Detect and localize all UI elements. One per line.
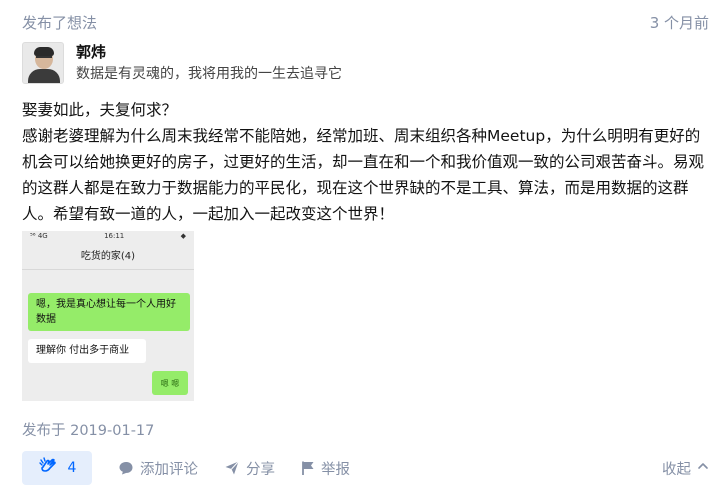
- post-paragraph: 娶妻如此，夫复何求？: [22, 101, 178, 119]
- chat-message-received: 理解你 付出多于商业: [28, 339, 146, 363]
- share-button[interactable]: 分享: [224, 458, 275, 479]
- chat-message-sent: 嗯，我是真心想让每一个人用好数据: [28, 293, 190, 331]
- post-content: 娶妻如此，夫复何求？ 感谢老婆理解为什么周末我经常不能陪她，经常加班、周末组织各…: [22, 97, 710, 227]
- like-count: 4: [67, 460, 77, 476]
- collapse-button[interactable]: 收起: [662, 458, 709, 479]
- chevron-up-icon: [697, 460, 709, 476]
- comment-button[interactable]: 添加评论: [118, 458, 198, 479]
- author-name[interactable]: 郭炜: [76, 42, 342, 62]
- like-button[interactable]: 4: [22, 451, 92, 485]
- activity-type: 发布了想法: [22, 13, 98, 32]
- author-bio: 数据是有灵魂的，我将用我的一生去追寻它: [76, 66, 342, 82]
- report-button[interactable]: 举报: [301, 458, 350, 479]
- comment-icon: [118, 460, 134, 476]
- flag-icon: [301, 460, 315, 476]
- author-block: 郭炜 数据是有灵魂的，我将用我的一生去追寻它: [22, 42, 342, 84]
- action-bar: 4 添加评论 分享 举报 收起: [22, 451, 709, 485]
- applause-icon: [38, 456, 58, 480]
- publish-date: 发布于 2019-01-17: [22, 423, 155, 439]
- post-image[interactable]: ⁵⁶ 4G 16:11 ◆ 吃货的家(4) 嗯，我是真心想让每一个人用好数据 理…: [22, 231, 194, 401]
- post-paragraph: 感谢老婆理解为什么周末我经常不能陪她，经常加班、周末组织各种Meetup，为什么…: [22, 127, 705, 223]
- chat-message-sent-short: 嗯 嗯: [152, 371, 188, 395]
- phone-status-bar: ⁵⁶ 4G 16:11 ◆: [30, 232, 186, 240]
- share-icon: [224, 460, 240, 476]
- post-header: 发布了想法 3 个月前: [22, 10, 709, 34]
- time-ago[interactable]: 3 个月前: [650, 12, 709, 33]
- chat-title: 吃货的家(4): [22, 245, 194, 270]
- avatar[interactable]: [22, 42, 64, 84]
